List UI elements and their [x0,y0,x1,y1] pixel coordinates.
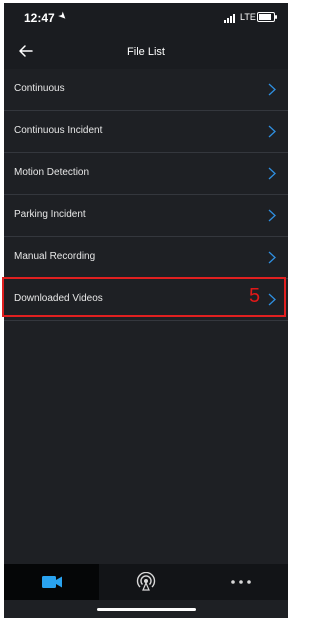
list-item-label: Motion Detection [14,167,90,178]
navigation-bar: File List [4,33,288,69]
status-time: 12:47 [24,11,55,25]
chevron-right-icon [268,125,276,138]
annotation-step-number: 5 [249,285,261,307]
list-item-label: Parking Incident [14,209,86,220]
chevron-right-icon [268,83,276,96]
network-type: LTE [240,12,256,22]
status-bar: 12:47 ➤ LTE [4,3,288,33]
tab-broadcast[interactable] [99,564,193,600]
list-item-label: Continuous Incident [14,125,103,136]
list-item-label: Continuous [14,83,65,94]
cellular-signal-icon [224,13,240,23]
home-indicator[interactable] [97,608,196,611]
bottom-tab-bar [4,564,288,600]
list-item-continuous-incident[interactable]: Continuous Incident [4,111,288,153]
list-item-motion-detection[interactable]: Motion Detection [4,153,288,195]
broadcast-icon [136,572,156,591]
page-title: File List [127,46,165,58]
chevron-right-icon [268,167,276,180]
list-item-continuous[interactable]: Continuous [4,69,288,111]
more-dots-icon [230,580,251,584]
annotation-highlight-box [2,277,286,317]
home-indicator-area [4,600,288,618]
list-item-parking-incident[interactable]: Parking Incident [4,195,288,237]
chevron-right-icon [268,251,276,264]
tab-more[interactable] [193,564,288,600]
battery-icon [257,12,277,22]
list-item-manual-recording[interactable]: Manual Recording [4,237,288,279]
location-arrow-icon: ➤ [55,9,70,24]
chevron-right-icon [268,209,276,222]
list-item-label: Manual Recording [14,251,96,262]
tab-video[interactable] [4,564,99,600]
video-camera-icon [41,576,62,588]
